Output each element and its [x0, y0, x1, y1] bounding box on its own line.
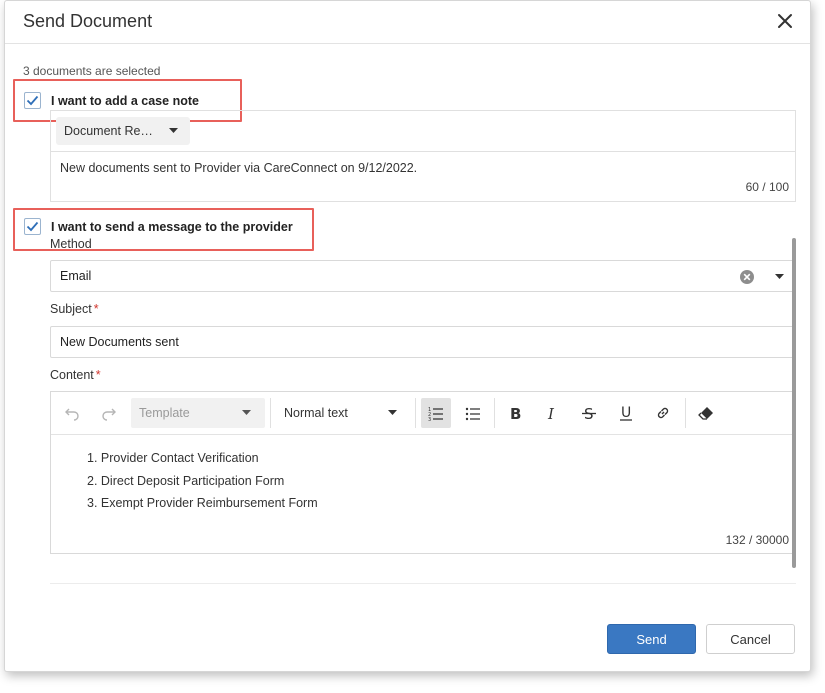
- case-note-checkbox[interactable]: [24, 92, 41, 109]
- chevron-down-icon: [388, 410, 397, 415]
- case-note-toolbar: Document Re…: [51, 111, 795, 152]
- list-item: 3. Exempt Provider Reimbursement Form: [87, 496, 318, 510]
- dialog-header: Send Document: [5, 1, 810, 44]
- cancel-button[interactable]: Cancel: [706, 624, 795, 654]
- toolbar-divider: [494, 398, 495, 428]
- link-icon[interactable]: [648, 398, 678, 428]
- subject-label: Subject *: [50, 302, 99, 316]
- close-icon[interactable]: [774, 10, 796, 32]
- method-select[interactable]: Email: [50, 260, 794, 292]
- svg-text:U: U: [621, 405, 631, 421]
- case-note-editor: Document Re… New documents sent to Provi…: [50, 110, 796, 202]
- toolbar-divider: [270, 398, 271, 428]
- content-label: Content *: [50, 368, 101, 382]
- ordered-list-icon[interactable]: 123: [421, 398, 451, 428]
- eraser-icon[interactable]: [691, 398, 721, 428]
- redo-icon[interactable]: [94, 398, 124, 428]
- selected-count-text: 3 documents are selected: [23, 64, 161, 78]
- scrollbar[interactable]: [792, 238, 796, 568]
- chevron-down-icon: [242, 410, 251, 415]
- content-editor: Template Normal text 123 B I S U 1. Prov…: [50, 391, 794, 554]
- case-note-text[interactable]: New documents sent to Provider via CareC…: [60, 161, 417, 175]
- chevron-down-icon: [169, 128, 178, 133]
- required-mark: *: [93, 302, 99, 316]
- content-counter: 132 / 30000: [725, 533, 789, 547]
- send-button[interactable]: Send: [607, 624, 696, 654]
- toolbar-divider: [415, 398, 416, 428]
- toolbar-divider: [685, 398, 686, 428]
- message-checkbox-row[interactable]: I want to send a message to the provider: [24, 218, 293, 235]
- list-item: 1. Provider Contact Verification: [87, 451, 259, 465]
- template-select[interactable]: Template: [131, 398, 265, 428]
- subject-input[interactable]: New Documents sent: [50, 326, 794, 358]
- clear-icon[interactable]: [739, 269, 755, 285]
- method-value: Email: [60, 269, 92, 283]
- bold-icon[interactable]: B: [500, 398, 530, 428]
- undo-icon[interactable]: [57, 398, 87, 428]
- content-editor-toolbar: Template Normal text 123 B I S U: [51, 392, 793, 435]
- case-note-type-select[interactable]: Document Re…: [56, 117, 190, 145]
- strikethrough-icon[interactable]: S: [574, 398, 604, 428]
- content-list[interactable]: 1. Provider Contact Verification 2. Dire…: [87, 451, 318, 519]
- svg-text:I: I: [547, 405, 555, 421]
- text-format-select[interactable]: Normal text: [275, 398, 411, 428]
- chevron-down-icon[interactable]: [775, 274, 784, 279]
- italic-icon[interactable]: I: [537, 398, 567, 428]
- subject-label-text: Subject: [50, 302, 92, 316]
- message-checkbox-label: I want to send a message to the provider: [51, 219, 293, 234]
- svg-text:3: 3: [428, 417, 431, 421]
- divider: [50, 583, 796, 584]
- template-placeholder: Template: [139, 406, 190, 420]
- case-note-checkbox-label: I want to add a case note: [51, 93, 199, 108]
- send-document-dialog: Send Document 3 documents are selected I…: [4, 0, 811, 672]
- dialog-title: Send Document: [23, 11, 153, 31]
- case-note-counter: 60 / 100: [745, 180, 789, 194]
- case-note-checkbox-row[interactable]: I want to add a case note: [24, 92, 199, 109]
- case-note-type-value: Document Re…: [64, 124, 153, 138]
- text-format-value: Normal text: [284, 406, 348, 420]
- required-mark: *: [95, 368, 101, 382]
- bullet-list-icon[interactable]: [458, 398, 488, 428]
- list-item: 2. Direct Deposit Participation Form: [87, 473, 285, 488]
- method-label: Method: [50, 237, 92, 251]
- subject-value: New Documents sent: [60, 335, 179, 349]
- underline-icon[interactable]: U: [611, 398, 641, 428]
- svg-text:B: B: [510, 405, 521, 421]
- content-label-text: Content: [50, 368, 94, 382]
- message-checkbox[interactable]: [24, 218, 41, 235]
